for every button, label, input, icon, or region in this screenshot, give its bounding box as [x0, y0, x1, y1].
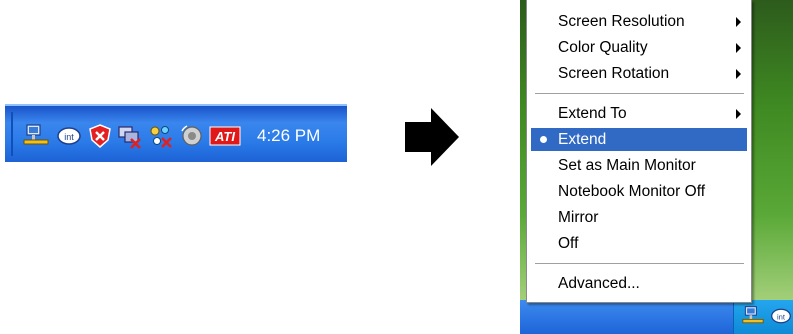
menu-item-label: Off	[558, 235, 579, 252]
menu-item-label: Notebook Monitor Off	[558, 183, 706, 200]
radio-bullet-icon	[540, 136, 547, 143]
network-error-icon[interactable]	[147, 123, 173, 149]
menu-item-color-quality[interactable]: Color Quality	[531, 36, 747, 59]
tray-inner: int ATI 4:26 PM	[11, 112, 347, 156]
menu-item-set-as-main-monitor[interactable]: Set as Main Monitor	[531, 154, 747, 177]
menu-item-advanced[interactable]: Advanced...	[531, 272, 747, 295]
clock[interactable]: 4:26 PM	[257, 126, 320, 146]
system-tray: int ATI 4:26 PM	[5, 104, 347, 162]
menu-item-label: Advanced...	[558, 275, 640, 292]
submenu-arrow-icon	[736, 43, 741, 53]
intel-graphics-icon[interactable]: int	[56, 123, 82, 149]
menu-item-label: Set as Main Monitor	[558, 157, 696, 174]
menu-separator	[535, 93, 744, 95]
right-arrow-icon	[403, 108, 459, 166]
taskbar-tray: int	[733, 300, 793, 334]
menu-item-off[interactable]: Off	[531, 232, 747, 255]
network-icon[interactable]	[23, 123, 49, 149]
menu-separator	[535, 263, 744, 265]
network-icon[interactable]	[742, 305, 764, 327]
menu-item-extend[interactable]: Extend	[531, 128, 747, 151]
network-disconnected-icon[interactable]	[117, 123, 143, 149]
submenu-arrow-icon	[736, 69, 741, 79]
menu-item-label: Mirror	[558, 209, 599, 226]
svg-text:int: int	[64, 132, 74, 142]
svg-text:int: int	[777, 312, 786, 321]
menu-item-screen-resolution[interactable]: Screen Resolution	[531, 10, 747, 33]
menu-item-label: Extend	[558, 131, 607, 148]
menu-item-label: Screen Rotation	[558, 65, 670, 82]
menu-item-label: Color Quality	[558, 39, 648, 56]
menu-item-label: Extend To	[558, 105, 627, 122]
menu-item-label: Screen Resolution	[558, 13, 685, 30]
svg-text:ATI: ATI	[214, 129, 235, 144]
security-shield-icon[interactable]	[87, 123, 113, 149]
menu-item-extend-to[interactable]: Extend To	[531, 102, 747, 125]
submenu-arrow-icon	[736, 109, 741, 119]
ati-icon[interactable]: ATI	[209, 123, 241, 149]
display-context-menu: Screen Resolution Color Quality Screen R…	[526, 0, 752, 303]
taskbar: int	[520, 300, 793, 334]
volume-icon[interactable]	[179, 123, 205, 149]
submenu-arrow-icon	[736, 17, 741, 27]
menu-item-mirror[interactable]: Mirror	[531, 206, 747, 229]
menu-item-notebook-monitor-off[interactable]: Notebook Monitor Off	[531, 180, 747, 203]
menu-item-screen-rotation[interactable]: Screen Rotation	[531, 62, 747, 85]
intel-graphics-icon[interactable]: int	[770, 305, 792, 327]
